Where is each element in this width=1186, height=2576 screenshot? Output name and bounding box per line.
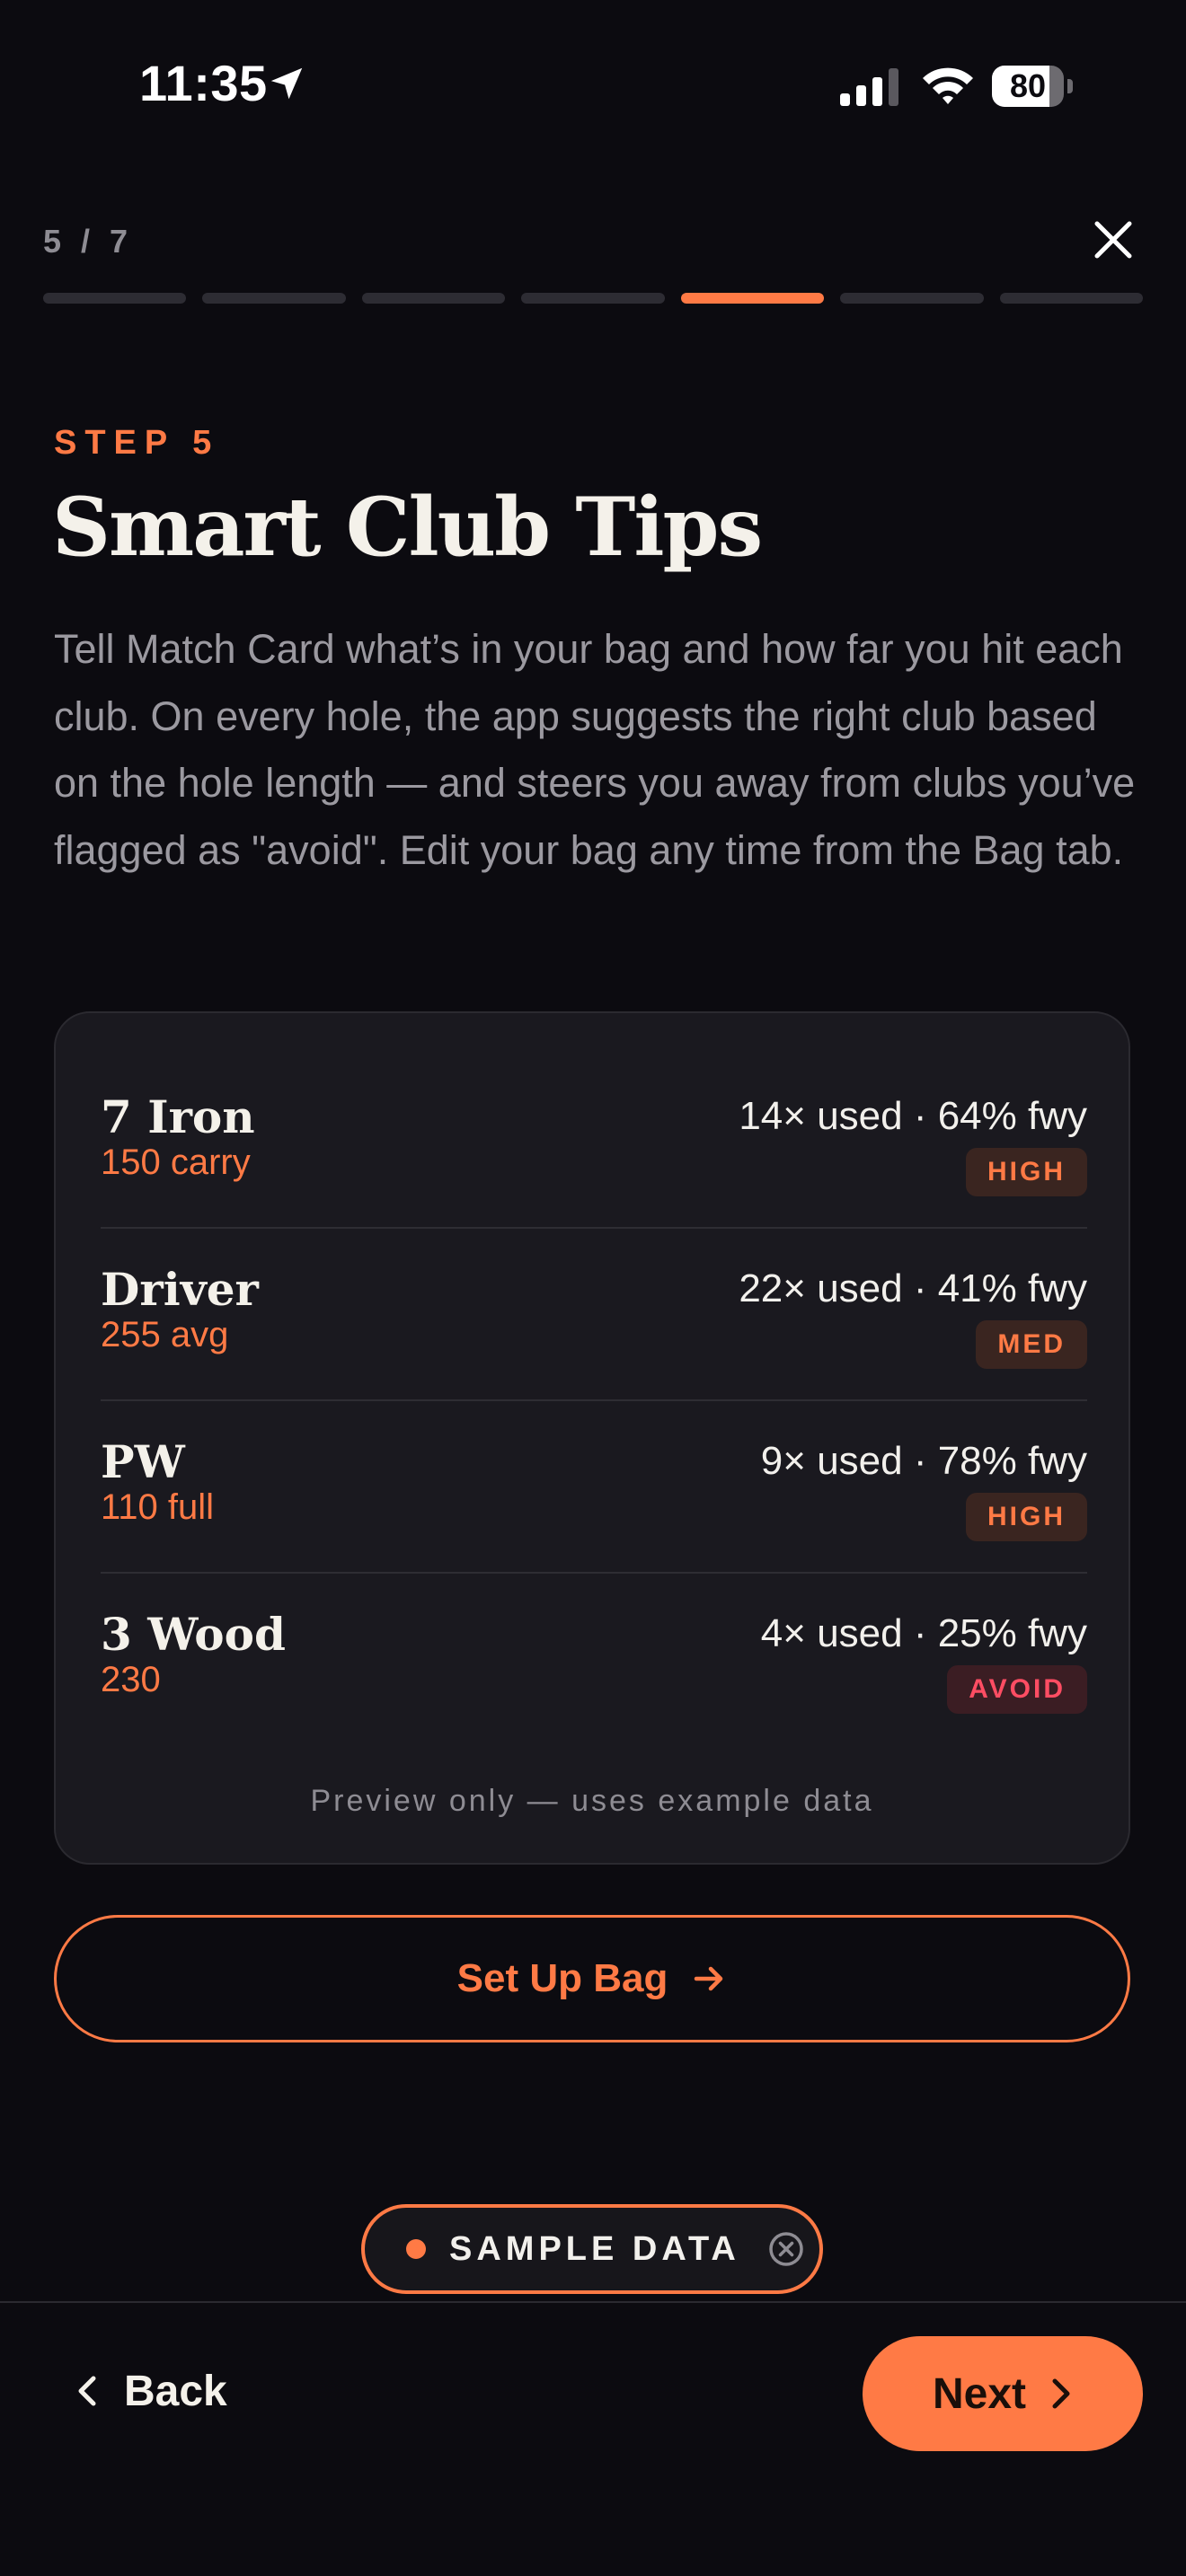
sample-data-pill[interactable]: SAMPLE DATA <box>361 2204 823 2294</box>
club-stats: 22× used · 41% fwy <box>739 1266 1087 1310</box>
club-stats: 4× used · 25% fwy <box>760 1611 1087 1655</box>
sample-data-label: SAMPLE DATA <box>449 2229 740 2268</box>
club-distance: 230 <box>101 1660 161 1699</box>
circle-x-icon[interactable] <box>767 2230 805 2268</box>
club-distance: 150 carry <box>101 1142 251 1182</box>
page-description: Tell Match Card what’s in your bag and h… <box>54 626 1136 873</box>
back-button[interactable]: Back <box>74 2355 227 2427</box>
page-title: Smart Club Tips <box>52 480 763 575</box>
club-stats: 14× used · 64% fwy <box>739 1094 1087 1138</box>
next-label: Next <box>932 2369 1027 2418</box>
arrow-right-icon <box>695 1966 723 1991</box>
club-badge: MED <box>976 1320 1087 1369</box>
step-label: STEP 5 <box>54 424 220 462</box>
status-time: 11:35 <box>139 55 268 111</box>
club-name: PW <box>101 1435 185 1488</box>
chevron-left-icon <box>78 2376 96 2406</box>
battery-percent: 80 <box>1009 67 1047 104</box>
club-badge: HIGH <box>966 1148 1087 1196</box>
club-distance: 110 full <box>101 1487 215 1527</box>
progress-segment-active <box>680 293 825 304</box>
club-row: 7 Iron 150 carry 14× used · 64% fwy HIGH <box>101 1056 1087 1229</box>
wifi-icon <box>923 67 973 104</box>
progress-segment <box>840 293 984 304</box>
back-label: Back <box>124 2367 227 2415</box>
club-distance: 255 avg <box>101 1315 229 1354</box>
club-row: 3 Wood 230 4× used · 25% fwy AVOID <box>101 1574 1087 1746</box>
club-badge: HIGH <box>966 1493 1087 1541</box>
set-up-bag-button[interactable]: Set Up Bag <box>54 1915 1130 2042</box>
progress-segment <box>43 293 187 304</box>
close-icon[interactable] <box>1091 217 1136 262</box>
club-stats: 9× used · 78% fwy <box>760 1439 1087 1483</box>
step-counter: 5 / 7 <box>43 223 134 260</box>
progress-segment <box>202 293 346 304</box>
club-row: PW 110 full 9× used · 78% fwy HIGH <box>101 1401 1087 1574</box>
club-name: 3 Wood <box>101 1608 286 1661</box>
cellular-signal-icon <box>840 68 898 106</box>
battery-tip <box>1067 79 1073 93</box>
sample-data-dot <box>406 2239 426 2259</box>
next-button[interactable]: Next <box>863 2336 1143 2451</box>
preview-footnote: Preview only — uses example data <box>310 1784 874 1818</box>
battery-indicator: 80 <box>992 66 1073 107</box>
club-name: 7 Iron <box>101 1090 255 1143</box>
progress-segment <box>999 293 1143 304</box>
club-preview-card: 7 Iron 150 carry 14× used · 64% fwy HIGH… <box>54 1011 1130 1865</box>
progress-segment <box>521 293 665 304</box>
chevron-right-icon <box>1052 2378 1070 2409</box>
progress-segment <box>361 293 506 304</box>
progress-track <box>43 293 1143 304</box>
bottom-divider <box>0 2301 1186 2303</box>
location-arrow-icon <box>270 67 303 100</box>
set-up-bag-label: Set Up Bag <box>456 1956 668 2000</box>
club-badge-avoid: AVOID <box>947 1665 1087 1714</box>
club-name: Driver <box>101 1263 259 1316</box>
club-row: Driver 255 avg 22× used · 41% fwy MED <box>101 1229 1087 1401</box>
